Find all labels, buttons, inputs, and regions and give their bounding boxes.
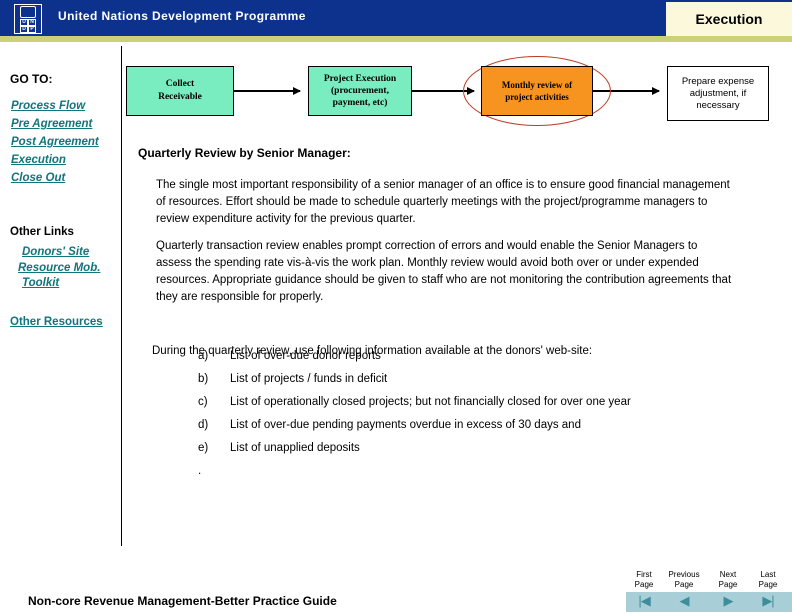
list-item: a) List of over-due donor reports: [198, 348, 738, 365]
last-page-label-line2: Page: [758, 580, 778, 589]
list-item: c) List of operationally closed projects…: [198, 394, 738, 411]
flow-text-line: project activities: [505, 92, 569, 102]
list-item-text: List of operationally closed projects; b…: [230, 396, 631, 408]
previous-page-button[interactable]: Previous Page ◀: [664, 570, 704, 611]
last-page-button[interactable]: Last Page ▶|: [748, 570, 788, 611]
previous-page-label-line1: Previous: [668, 570, 700, 579]
flow-arrow-1-icon: [234, 87, 301, 95]
next-page-icon[interactable]: ▶: [708, 591, 748, 611]
list-item-text: List of unapplied deposits: [230, 442, 360, 454]
footer-title: Non-core Revenue Management-Better Pract…: [28, 594, 337, 608]
flow-box-monthly-review-text: Monthly review of project activities: [502, 79, 572, 103]
content-heading: Quarterly Review by Senior Manager:: [138, 146, 351, 160]
list-item: b) List of projects / funds in deficit: [198, 371, 738, 388]
last-page-label-line1: Last: [760, 570, 776, 579]
list-item-text: List of over-due donor reports: [230, 350, 381, 362]
list-marker: c): [198, 396, 208, 408]
paragraph-1: The single most important responsibility…: [156, 179, 730, 225]
list-item-trailing: .: [198, 463, 738, 480]
previous-page-label-line2: Page: [674, 580, 694, 589]
list-marker: e): [198, 442, 209, 454]
next-page-label-line1: Next: [719, 570, 737, 579]
first-page-button[interactable]: First Page |◀: [624, 570, 664, 611]
list-item-text: List of projects / funds in deficit: [230, 373, 388, 385]
list-marker: a): [198, 350, 209, 362]
first-page-icon[interactable]: |◀: [624, 591, 664, 611]
last-page-icon[interactable]: ▶|: [748, 591, 788, 611]
flow-text-line: Monthly review of: [501, 80, 573, 90]
previous-page-icon[interactable]: ◀: [664, 591, 704, 611]
first-page-label-line2: Page: [634, 580, 654, 589]
list-marker: d): [198, 419, 209, 431]
list-item-text: List of over-due pending payments overdu…: [230, 419, 581, 431]
list-marker: b): [198, 373, 209, 385]
list-item: e) List of unapplied deposits: [198, 440, 738, 457]
first-page-label-line1: First: [636, 570, 652, 579]
next-page-button[interactable]: Next Page ▶: [708, 570, 748, 611]
paragraph-2: Quarterly transaction review enables pro…: [156, 240, 732, 303]
flow-box-monthly-review[interactable]: Monthly review of project activities: [481, 66, 593, 116]
main-content: Quarterly Review by Senior Manager: The …: [0, 0, 792, 612]
list-item: d) List of over-due pending payments ove…: [198, 417, 738, 434]
next-page-label-line2: Page: [718, 580, 738, 589]
information-list: a) List of over-due donor reports b) Lis…: [198, 348, 738, 486]
list-trailing-marker: .: [198, 465, 202, 477]
